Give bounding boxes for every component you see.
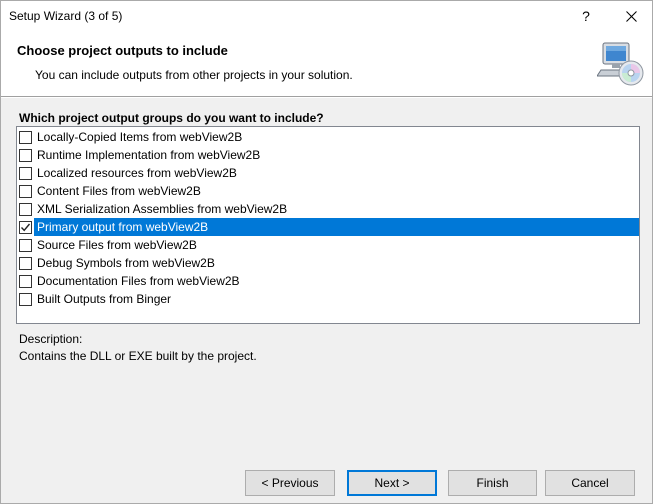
output-groups-question: Which project output groups do you want … (19, 111, 324, 125)
output-item-label: Source Files from webView2B (37, 238, 197, 252)
checkbox[interactable] (19, 185, 32, 198)
computer-cd-icon (597, 42, 644, 86)
description-text: Contains the DLL or EXE built by the pro… (19, 349, 257, 363)
output-item-primary-output[interactable]: Primary output from webView2B (17, 218, 639, 236)
output-item-label: Built Outputs from Binger (37, 292, 172, 306)
header-divider (1, 96, 652, 98)
finish-button[interactable]: Finish (448, 470, 537, 496)
cancel-button[interactable]: Cancel (545, 470, 635, 496)
page-subtitle: You can include outputs from other proje… (35, 68, 353, 82)
checkbox[interactable] (19, 203, 32, 216)
output-item-localized-resources[interactable]: Localized resources from webView2B (17, 164, 639, 182)
output-item-label: Content Files from webView2B (37, 184, 201, 198)
previous-button[interactable]: < Previous (245, 470, 335, 496)
output-groups-list[interactable]: Locally-Copied Items from webView2B Runt… (16, 126, 640, 324)
help-button[interactable]: ? (563, 1, 609, 32)
output-item-documentation-files[interactable]: Documentation Files from webView2B (17, 272, 639, 290)
title-bar[interactable]: Setup Wizard (3 of 5) ? (1, 1, 652, 32)
output-item-label: Documentation Files from webView2B (37, 274, 240, 288)
output-item-label: Primary output from webView2B (34, 218, 639, 236)
checkbox[interactable] (19, 131, 32, 144)
checkbox[interactable] (19, 149, 32, 162)
checkbox[interactable] (19, 293, 32, 306)
output-item-label: Locally-Copied Items from webView2B (37, 130, 243, 144)
page-title: Choose project outputs to include (17, 43, 228, 58)
checkbox[interactable] (19, 257, 32, 270)
close-icon (625, 11, 637, 22)
output-item-xml-serialization[interactable]: XML Serialization Assemblies from webVie… (17, 200, 639, 218)
checkbox[interactable] (19, 167, 32, 180)
output-item-label: Localized resources from webView2B (37, 166, 237, 180)
output-item-label: XML Serialization Assemblies from webVie… (37, 202, 288, 216)
close-button[interactable] (608, 1, 652, 32)
output-item-locally-copied[interactable]: Locally-Copied Items from webView2B (17, 128, 639, 146)
output-item-label: Debug Symbols from webView2B (37, 256, 215, 270)
checkbox-checked[interactable] (19, 221, 32, 234)
setup-wizard-window: Setup Wizard (3 of 5) ? Choose project o… (0, 0, 653, 504)
output-item-debug-symbols[interactable]: Debug Symbols from webView2B (17, 254, 639, 272)
checkmark-icon (20, 223, 31, 232)
next-button[interactable]: Next > (347, 470, 437, 496)
checkbox[interactable] (19, 275, 32, 288)
output-item-built-outputs-binger[interactable]: Built Outputs from Binger (17, 290, 639, 308)
output-item-runtime-implementation[interactable]: Runtime Implementation from webView2B (17, 146, 639, 164)
description-label: Description: (19, 332, 83, 346)
checkbox[interactable] (19, 239, 32, 252)
output-item-content-files[interactable]: Content Files from webView2B (17, 182, 639, 200)
window-title: Setup Wizard (3 of 5) (9, 9, 123, 23)
wizard-header: Choose project outputs to include You ca… (1, 32, 652, 96)
output-item-label: Runtime Implementation from webView2B (37, 148, 261, 162)
output-item-source-files[interactable]: Source Files from webView2B (17, 236, 639, 254)
